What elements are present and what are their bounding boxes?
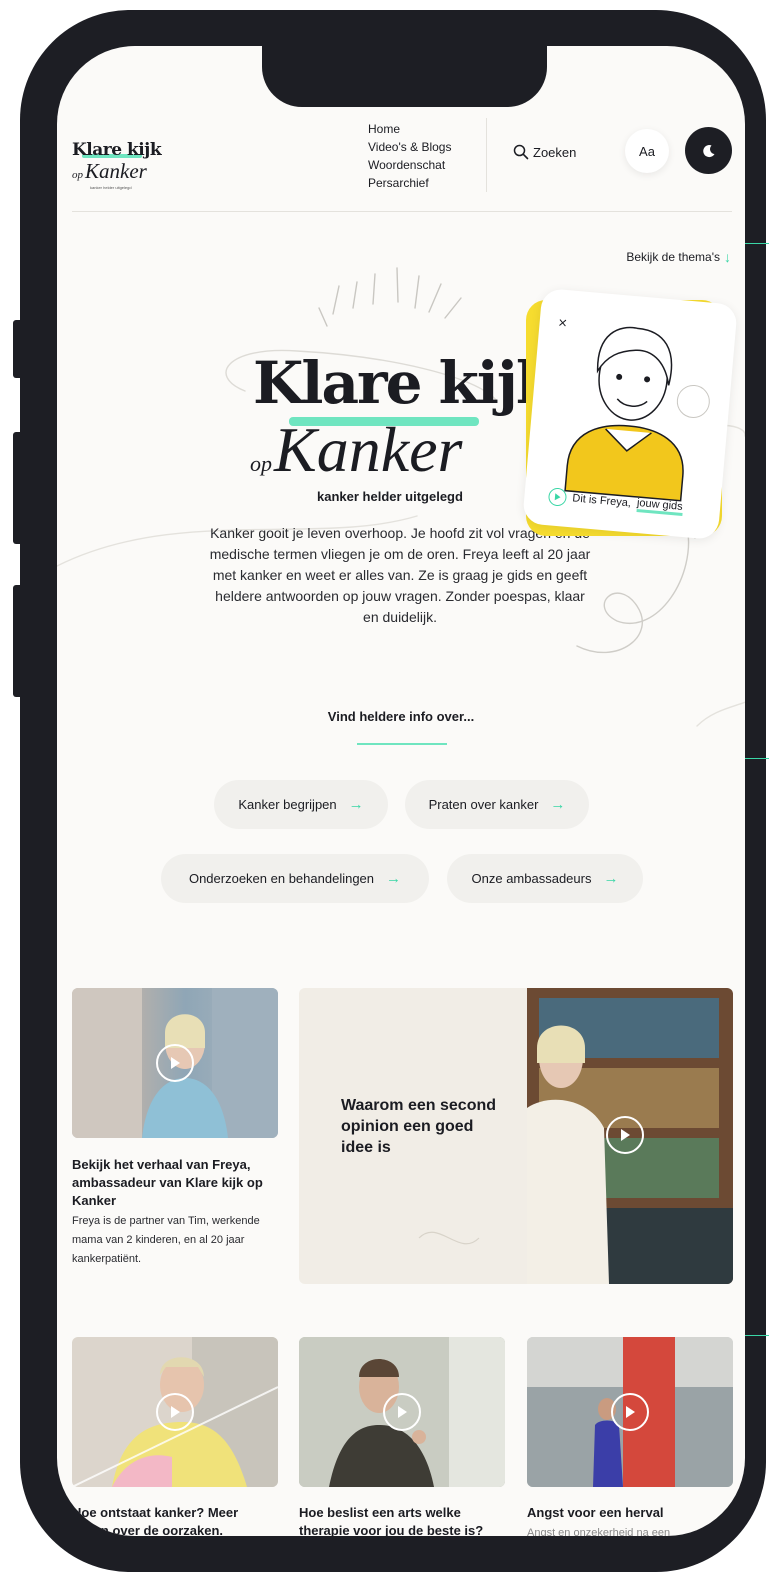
header-divider	[486, 118, 487, 192]
video-thumbnail-oorzaken[interactable]	[72, 1337, 278, 1487]
topics-heading-underline	[357, 743, 447, 745]
featured-video-title: Waarom een second opinion een goed idee …	[341, 1097, 497, 1156]
video-thumbnail-therapie[interactable]	[299, 1337, 505, 1487]
arrow-down-icon: ↓	[724, 249, 731, 265]
nav-item-home[interactable]: Home	[368, 120, 451, 138]
video-thumbnail-herval[interactable]	[527, 1337, 733, 1487]
arrow-right-icon: →	[603, 870, 619, 887]
play-icon	[156, 1044, 194, 1082]
arrow-right-icon: →	[550, 796, 566, 813]
nav-item-woordenschat[interactable]: Woordenschat	[368, 156, 451, 174]
logo-line2: opKanker	[72, 159, 147, 184]
play-icon	[611, 1393, 649, 1431]
card-front: Dit is Freya, jouw gids	[522, 287, 738, 541]
arrow-right-icon: →	[348, 796, 364, 813]
video-description: Angst en onzekerheid na een	[527, 1527, 671, 1536]
logo-kanker: Kanker	[85, 159, 147, 183]
logo-tagline: kanker helder uitgelegd	[90, 185, 132, 190]
nav-item-videos-blogs[interactable]: Video's & Blogs	[368, 138, 451, 156]
topic-label: Onderzoeken en behandelingen	[188, 871, 375, 886]
dark-mode-button[interactable]	[685, 127, 732, 174]
search-label: Zoeken	[533, 144, 577, 160]
topic-label: Kanker begrijpen	[238, 797, 337, 812]
topic-onze-ambassadeurs[interactable]: Onze ambassadeurs →	[447, 854, 643, 903]
hero-description: Kanker gooit je leven overhoop. Je hoofd…	[209, 525, 591, 625]
video-description: Freya is de partner van Tim, werkende ma…	[72, 1215, 260, 1265]
themas-label: Bekijk de thema's	[626, 250, 720, 264]
search-icon	[513, 144, 529, 160]
topics-heading: Vind heldere info over...	[327, 709, 475, 724]
hero-title: Klare kijk	[253, 349, 556, 417]
moon-icon	[702, 144, 714, 157]
play-icon	[606, 1116, 644, 1154]
search-button[interactable]: Zoeken	[513, 144, 576, 160]
hero-kanker: Kanker	[274, 414, 463, 485]
hero-subtitle: opKanker	[250, 418, 462, 482]
hero-tagline: kanker helder uitgelegd	[317, 489, 463, 504]
video-title[interactable]: Bekijk het verhaal van Freya, ambassadeu…	[72, 1156, 282, 1210]
header-rule	[72, 211, 732, 212]
topic-kanker-begrijpen[interactable]: Kanker begrijpen →	[214, 780, 388, 829]
hero-op: op	[250, 451, 272, 476]
guide-caption-prefix: Dit is Freya,	[571, 492, 632, 510]
topic-label: Praten over kanker	[428, 797, 539, 812]
site-logo[interactable]: Klare kijk opKanker kanker helder uitgel…	[72, 136, 167, 192]
topic-label: Onze ambassadeurs	[471, 871, 592, 886]
logo-line1: Klare kijk	[72, 140, 162, 160]
play-icon	[383, 1393, 421, 1431]
play-icon	[156, 1393, 194, 1431]
themas-link[interactable]: Bekijk de thema's ↓	[626, 249, 731, 265]
arrow-right-icon: →	[386, 870, 402, 887]
play-circle-icon	[547, 487, 568, 507]
guide-caption-highlight: jouw gids	[636, 496, 684, 516]
nav-item-persarchief[interactable]: Persarchief	[368, 174, 451, 192]
font-size-button[interactable]: Aa	[625, 129, 669, 173]
main-nav: Home Video's & Blogs Woordenschat Persar…	[368, 120, 451, 192]
topic-praten-over-kanker[interactable]: Praten over kanker →	[405, 780, 589, 829]
video-title[interactable]: Angst voor een herval	[527, 1504, 733, 1522]
phone-notch	[262, 46, 547, 107]
phone-screen: Klare kijk opKanker kanker helder uitgel…	[57, 46, 745, 1536]
logo-op: op	[72, 169, 83, 181]
video-title[interactable]: Hoe ontstaat kanker? Meer weten over de …	[72, 1504, 278, 1536]
video-title[interactable]: Hoe beslist een arts welke therapie voor…	[299, 1504, 505, 1536]
guide-card[interactable]: Dit is Freya, jouw gids	[522, 287, 738, 541]
topic-onderzoeken-behandelingen[interactable]: Onderzoeken en behandelingen →	[161, 854, 429, 903]
video-thumbnail-freya[interactable]	[72, 988, 278, 1138]
